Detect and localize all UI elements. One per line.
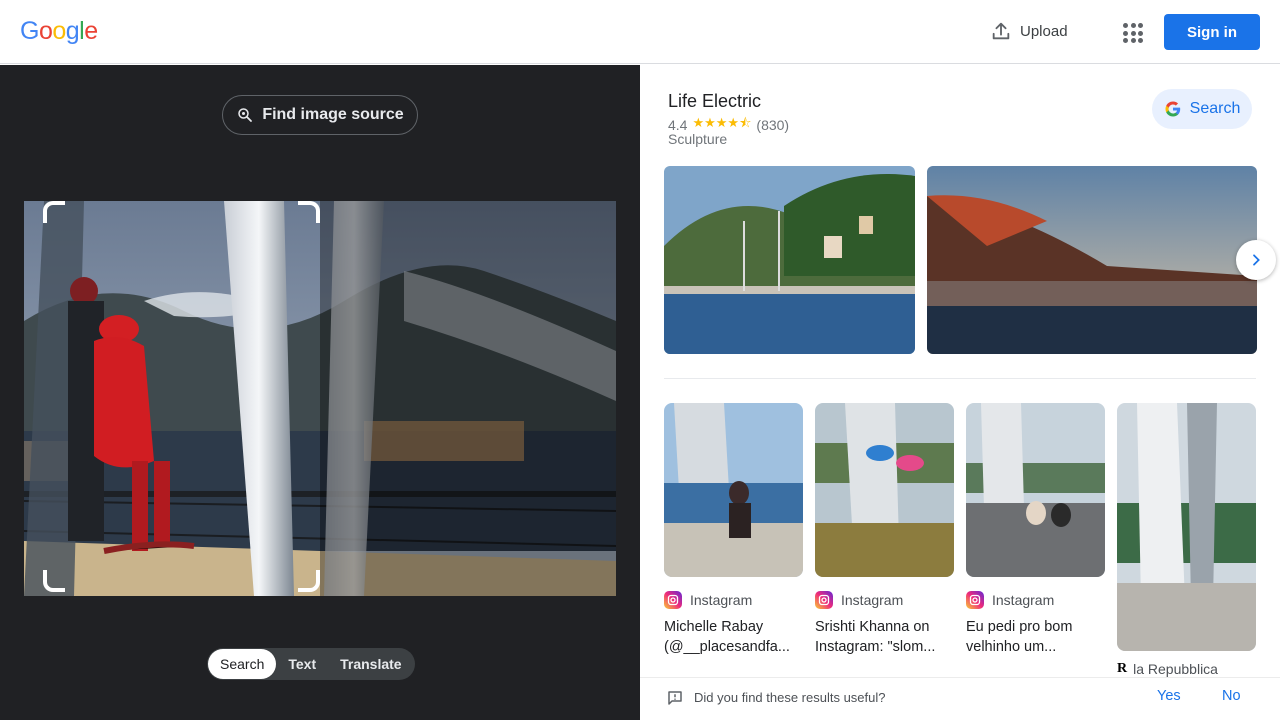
result-thumbnail [815,403,954,577]
upload-button[interactable]: Upload [990,20,1068,42]
tab-search[interactable]: Search [208,649,277,679]
sunset-lake-photo [927,166,1257,354]
result-source-name: Instagram [690,592,753,608]
mode-switcher: Search Text Translate [207,648,415,680]
google-search-button[interactable]: Search [1152,89,1252,129]
logo-letter: g [65,17,80,45]
result-thumbnail [1117,403,1256,651]
logo-letter: G [20,17,39,45]
results-pane: Life Electric 4.4 ★★★★⯪ (830) Sculpture … [640,65,1280,720]
feedback-yes-button[interactable]: Yes [1157,688,1181,704]
google-logo[interactable]: Google [20,17,98,46]
entity-category: Sculpture [668,131,728,147]
google-search-label: Search [1189,100,1241,117]
result-source-name: Instagram [992,592,1055,608]
result-source: R la Repubblica [1117,661,1256,677]
tab-translate[interactable]: Translate [328,649,413,679]
result-source: Instagram [815,590,954,610]
instagram-icon [664,591,682,609]
find-image-source-label: Find image source [262,106,404,123]
chevron-right-icon [1253,254,1260,266]
result-source-name: la Repubblica [1133,661,1218,677]
repubblica-icon: R [1117,661,1128,676]
feedback-no-button[interactable]: No [1222,688,1241,704]
lake-scene-image [24,201,616,596]
upload-icon [992,22,1010,40]
result-thumbnail [664,403,803,577]
query-image-pane: Find image source Search Text Translate [0,65,640,720]
result-title[interactable]: Michelle Rabay (@__placesandfa... [664,617,803,657]
logo-letter: o [38,17,53,45]
lakeside-photo [664,166,915,354]
tab-text[interactable]: Text [276,649,328,679]
google-g-icon [1165,101,1180,117]
visual-match-card[interactable]: R la Repubblica [1117,403,1256,677]
entity-photo[interactable] [664,166,915,354]
feedback-icon [668,691,682,705]
review-count[interactable]: (830) [756,117,789,133]
result-source: Instagram [664,590,803,610]
result-title[interactable]: Eu pedi pro bom velhinho um... [966,617,1105,657]
feedback-bar: Did you find these results useful? Yes N… [640,677,1280,720]
section-divider [664,378,1256,379]
result-title[interactable]: Srishti Khanna on Instagram: "slom... [815,617,954,657]
upload-label: Upload [1020,22,1068,40]
lens-search-icon [238,108,253,122]
instagram-icon [966,591,984,609]
result-source: Instagram [966,590,1105,610]
find-image-source-button[interactable]: Find image source [222,95,418,135]
entity-photo[interactable] [927,166,1257,354]
apps-grid-icon[interactable] [1120,20,1144,44]
visual-match-card[interactable]: Instagram Eu pedi pro bom velhinho um... [966,403,1105,657]
visual-match-card[interactable]: Instagram Michelle Rabay (@__placesandfa… [664,403,803,657]
result-source-name: Instagram [841,592,904,608]
top-bar: Google Upload Sign in [0,0,1280,64]
result-thumbnail [966,403,1105,577]
feedback-question: Did you find these results useful? [694,690,886,705]
sign-in-button[interactable]: Sign in [1164,14,1260,50]
carousel-next-button[interactable] [1236,240,1276,280]
visual-match-card[interactable]: Instagram Srishti Khanna on Instagram: "… [815,403,954,657]
query-image [24,201,616,596]
logo-letter: e [84,17,98,45]
instagram-icon [815,591,833,609]
entity-title[interactable]: Life Electric [668,91,761,112]
logo-letter: o [52,17,66,45]
